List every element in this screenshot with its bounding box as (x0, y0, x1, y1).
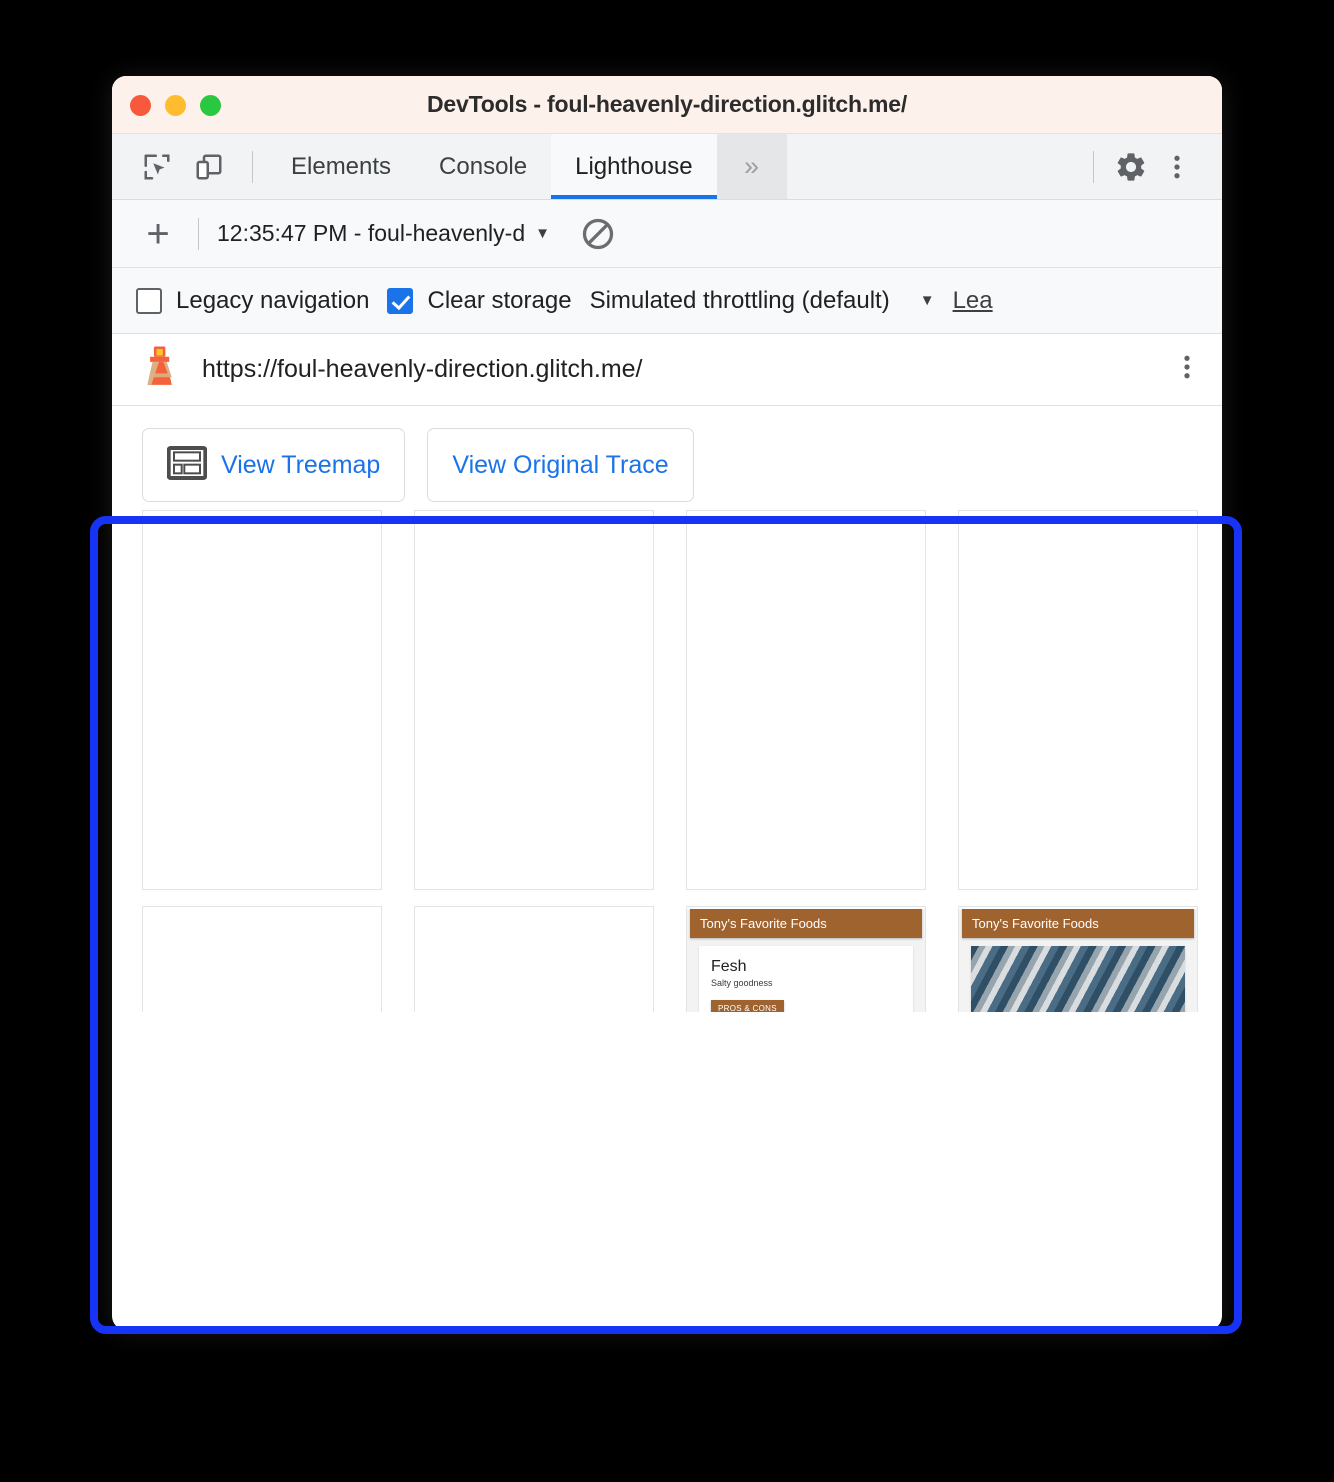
filmstrip-container: Tony's Favorite Foods Fesh Salty goodnes… (112, 502, 1222, 1012)
close-window-button[interactable] (130, 94, 151, 116)
mini-card: Fesh Salty goodness PROS & CONS (699, 946, 913, 1012)
tab-elements[interactable]: Elements (267, 134, 415, 199)
mini-card-title: Fesh (711, 958, 747, 975)
treemap-icon (166, 445, 208, 485)
report-urlbar: https://foul-heavenly-direction.glitch.m… (112, 334, 1222, 406)
settings-gear-icon[interactable] (1108, 144, 1154, 190)
filmstrip-thumbnail-loaded[interactable]: Tony's Favorite Foods Fesh Salty goodnes… (958, 906, 1198, 1012)
minimize-window-button[interactable] (165, 94, 186, 116)
legacy-navigation-checkbox[interactable]: Legacy navigation (136, 287, 369, 315)
run-selector-dropdown[interactable]: 12:35:47 PM - foul-heavenly-d ▼ (217, 220, 550, 247)
tab-overflow-button[interactable]: » (716, 134, 787, 199)
mini-page-header: Tony's Favorite Foods (962, 909, 1194, 938)
throttling-dropdown[interactable]: Simulated throttling (default) ▼ (590, 287, 935, 315)
legacy-navigation-label: Legacy navigation (176, 286, 370, 314)
throttling-label: Simulated throttling (default) (589, 286, 890, 314)
lighthouse-run-toolbar: + 12:35:47 PM - foul-heavenly-d ▼ (112, 200, 1222, 268)
filmstrip-thumbnail-text-only[interactable]: Tony's Favorite Foods Fesh Salty goodnes… (686, 906, 926, 1012)
mini-card: Fesh Salty goodness PROS & CONS (971, 946, 1185, 1012)
chevron-down-icon: ▼ (919, 292, 935, 309)
filmstrip-row (142, 510, 1198, 890)
tab-elements-label: Elements (291, 152, 392, 180)
devtools-tabstrip: Elements Console Lighthouse » (112, 134, 1222, 200)
window-titlebar: DevTools - foul-heavenly-direction.glitc… (112, 76, 1222, 134)
mini-page: Tony's Favorite Foods Fesh Salty goodnes… (959, 909, 1197, 1012)
more-options-icon[interactable] (1172, 352, 1202, 387)
traffic-lights (130, 76, 221, 134)
clear-storage-checkbox[interactable]: Clear storage (387, 286, 572, 315)
mini-page-header: Tony's Favorite Foods (690, 909, 922, 938)
tab-console-label: Console (439, 152, 528, 180)
report-url: https://foul-heavenly-direction.glitch.m… (202, 355, 643, 383)
mini-card-button[interactable]: PROS & CONS (711, 1000, 784, 1012)
run-toolbar-divider (198, 217, 199, 250)
view-original-trace-label: View Original Trace (452, 450, 669, 479)
device-toolbar-icon[interactable] (186, 144, 232, 190)
chevron-double-right-icon: » (744, 151, 760, 181)
tab-lighthouse[interactable]: Lighthouse (551, 134, 717, 199)
report-action-buttons: View Treemap View Original Trace (112, 406, 1222, 502)
filmstrip-thumbnail[interactable] (414, 510, 654, 890)
filmstrip-thumbnail[interactable] (142, 510, 382, 890)
tabstrip-right-divider (1093, 150, 1094, 183)
run-selector-label: 12:35:47 PM - foul-heavenly-d (217, 220, 526, 246)
mini-card-subtitle: Salty goodness (711, 978, 773, 988)
mini-page: Tony's Favorite Foods Fesh Salty goodnes… (687, 909, 925, 1012)
filmstrip-thumbnail[interactable] (686, 510, 926, 890)
tabstrip-divider (252, 150, 253, 183)
view-treemap-button[interactable]: View Treemap (142, 428, 406, 502)
tabstrip-left-icons (112, 134, 267, 199)
tabstrip-tabs: Elements Console Lighthouse » (267, 134, 787, 199)
window-title: DevTools - foul-heavenly-direction.glitc… (426, 91, 908, 117)
lighthouse-settings-row: Legacy navigation Clear storage Simulate… (112, 268, 1222, 334)
filmstrip-thumbnail[interactable] (142, 906, 382, 1012)
clear-all-button[interactable] (580, 216, 616, 252)
chevron-down-icon: ▼ (535, 225, 550, 242)
mini-card-image-fish (971, 946, 1185, 1012)
clear-storage-box (387, 287, 414, 314)
view-original-trace-button[interactable]: View Original Trace (427, 428, 694, 502)
filmstrip-thumbnail[interactable] (958, 510, 1198, 890)
filmstrip-thumbnail[interactable] (414, 906, 654, 1012)
tab-console[interactable]: Console (415, 134, 551, 199)
devtools-window: DevTools - foul-heavenly-direction.glitc… (112, 76, 1222, 1330)
lighthouse-icon (138, 344, 180, 395)
filmstrip-row: Tony's Favorite Foods Fesh Salty goodnes… (142, 906, 1198, 1012)
new-audit-button[interactable]: + (136, 214, 180, 254)
clear-storage-label: Clear storage (427, 286, 572, 314)
screenshot-root: DevTools - foul-heavenly-direction.glitc… (0, 0, 1334, 1482)
learn-more-link[interactable]: Lea (953, 287, 993, 315)
inspect-element-icon[interactable] (134, 144, 180, 190)
legacy-navigation-box (136, 287, 162, 314)
maximize-window-button[interactable] (200, 94, 221, 116)
more-options-icon[interactable] (1154, 144, 1200, 190)
tabstrip-right-icons (1079, 134, 1222, 199)
tab-lighthouse-label: Lighthouse (575, 152, 693, 180)
view-treemap-label: View Treemap (221, 450, 381, 479)
